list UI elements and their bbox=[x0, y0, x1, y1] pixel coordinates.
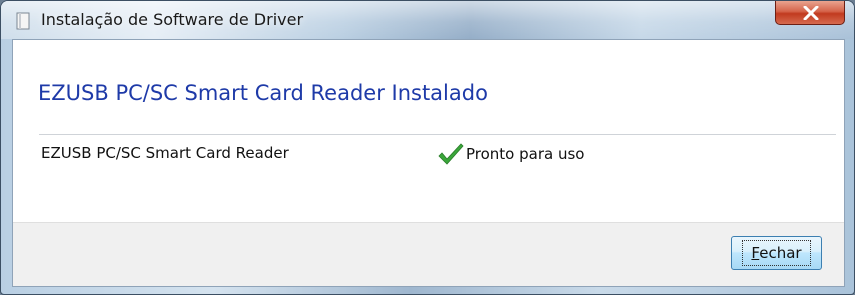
divider bbox=[39, 134, 836, 135]
window-title: Instalação de Software de Driver bbox=[41, 10, 304, 29]
close-icon bbox=[803, 6, 819, 20]
status-label: Pronto para uso bbox=[466, 145, 585, 163]
close-button[interactable]: Fechar bbox=[731, 236, 822, 270]
checkmark-icon bbox=[438, 143, 464, 165]
dialog-content: EZUSB PC/SC Smart Card Reader Instalado … bbox=[12, 39, 845, 287]
device-name: EZUSB PC/SC Smart Card Reader bbox=[41, 144, 289, 162]
device-status: Pronto para uso bbox=[437, 142, 584, 166]
app-icon bbox=[16, 12, 30, 30]
driver-install-dialog: Instalação de Software de Driver EZUSB P… bbox=[0, 0, 855, 295]
title-bar[interactable]: Instalação de Software de Driver bbox=[1, 1, 854, 39]
close-button-label: Fechar bbox=[742, 240, 811, 266]
page-title: EZUSB PC/SC Smart Card Reader Instalado bbox=[38, 81, 488, 105]
dialog-footer bbox=[13, 222, 844, 286]
window-close-button[interactable] bbox=[775, 1, 845, 25]
